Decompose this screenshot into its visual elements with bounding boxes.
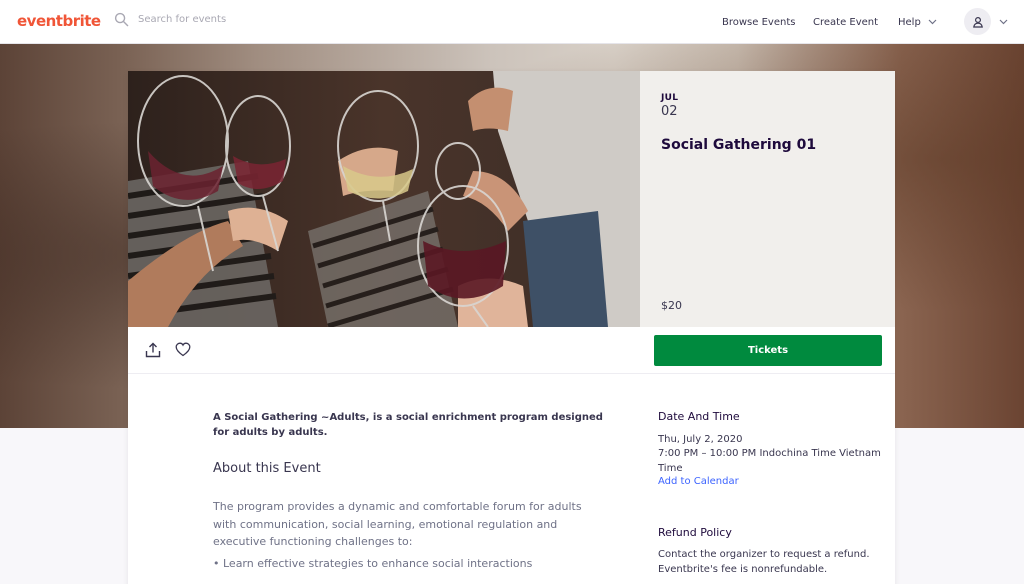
help-label: Help bbox=[898, 16, 921, 28]
avatar[interactable] bbox=[964, 8, 991, 35]
action-bar: Tickets bbox=[128, 327, 895, 374]
event-price: $20 bbox=[661, 299, 682, 312]
event-day: 02 bbox=[661, 104, 678, 119]
event-time-text: 7:00 PM – 10:00 PM Indochina Time Vietna… bbox=[658, 448, 881, 474]
event-image bbox=[128, 71, 640, 327]
user-icon bbox=[972, 16, 983, 28]
search-icon bbox=[114, 12, 129, 27]
top-navigation-bar: eventbrite Browse Events Create Event He… bbox=[0, 0, 1024, 44]
refund-policy-heading: Refund Policy bbox=[658, 526, 732, 539]
browse-events-link[interactable]: Browse Events bbox=[722, 0, 795, 44]
event-title: Social Gathering 01 bbox=[661, 137, 817, 153]
create-event-link[interactable]: Create Event bbox=[813, 0, 878, 44]
about-bullet: • Learn effective strategies to enhance … bbox=[213, 557, 533, 570]
refund-policy-text: Contact the organizer to request a refun… bbox=[658, 549, 870, 575]
add-to-calendar-link[interactable]: Add to Calendar bbox=[658, 476, 739, 487]
event-info-panel: JUL 02 Social Gathering 01 $20 bbox=[640, 71, 895, 327]
date-time-heading: Date And Time bbox=[658, 410, 740, 423]
event-month: JUL bbox=[661, 93, 679, 103]
tickets-button[interactable]: Tickets bbox=[654, 335, 882, 366]
about-heading: About this Event bbox=[213, 461, 321, 476]
event-card: JUL 02 Social Gathering 01 $20 Tickets A… bbox=[128, 71, 895, 584]
chevron-down-icon bbox=[999, 19, 1008, 24]
event-date-text: Thu, July 2, 2020 bbox=[658, 434, 743, 445]
eventbrite-logo[interactable]: eventbrite bbox=[17, 12, 101, 30]
account-menu[interactable] bbox=[964, 8, 1008, 35]
heart-icon[interactable] bbox=[175, 342, 191, 357]
search-input[interactable] bbox=[138, 14, 338, 25]
about-paragraph: The program provides a dynamic and comfo… bbox=[213, 500, 582, 548]
event-summary: A Social Gathering ~Adults, is a social … bbox=[213, 412, 603, 438]
search-bar[interactable] bbox=[114, 12, 338, 27]
chevron-down-icon bbox=[928, 19, 937, 25]
share-icon[interactable] bbox=[145, 342, 161, 358]
help-menu[interactable]: Help bbox=[898, 0, 937, 44]
